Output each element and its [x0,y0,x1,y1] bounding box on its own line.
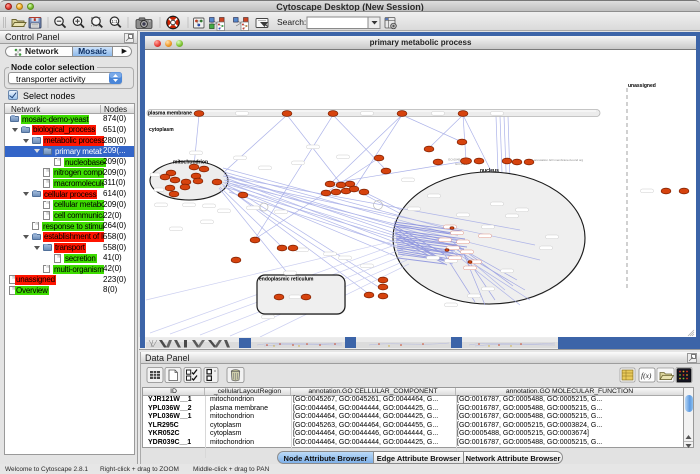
svg-text:annotation.GO:membrane-bound o: annotation.GO:membrane-bound org [534,158,584,162]
svg-text:cytoplasm: cytoplasm [149,127,174,133]
svg-text:nucleus: nucleus [480,168,499,174]
svg-text:1:1: 1:1 [111,19,118,24]
svg-text:endoplasmic reticulum: endoplasmic reticulum [259,277,314,283]
svg-text:Search:: Search: [277,17,306,27]
svg-text:unassigned: unassigned [628,83,656,89]
svg-text:f(x): f(x) [641,371,652,380]
svg-text:GO:0045: GO:0045 [448,158,461,162]
svg-text:plasma membrane: plasma membrane [148,111,192,117]
